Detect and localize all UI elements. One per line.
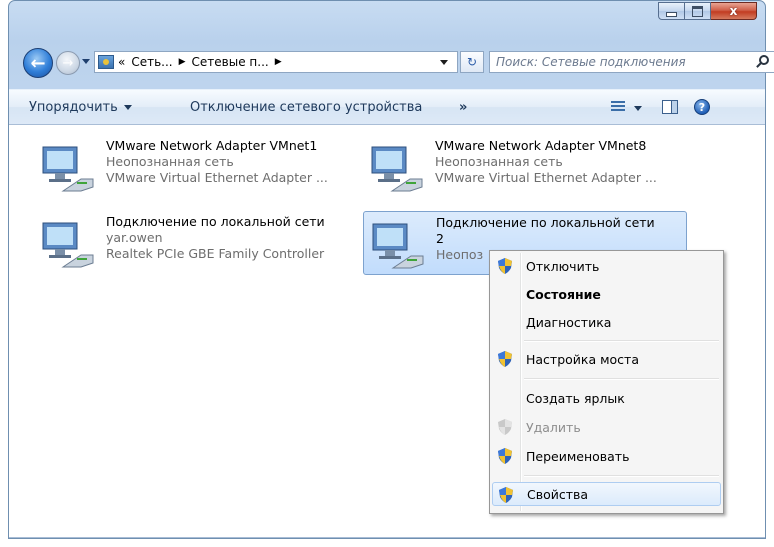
- menu-item-status[interactable]: Состояние: [492, 282, 721, 306]
- connection-device: VMware Virtual Ethernet Adapter ...: [106, 170, 328, 185]
- minimize-button[interactable]: [658, 2, 685, 20]
- organize-button[interactable]: Упорядочить: [29, 100, 132, 115]
- uac-shield-icon: [498, 448, 512, 464]
- refresh-icon: ↻: [466, 55, 478, 69]
- breadcrumb-network[interactable]: Сеть...: [131, 55, 172, 69]
- network-adapter-icon: [42, 146, 94, 192]
- navigation-bar: ← → « Сеть... ▶ Сетевые п... ▶ ↻ Поиск: …: [13, 45, 774, 81]
- back-arrow-icon: ←: [30, 52, 46, 74]
- menu-item-bridge[interactable]: Настройка моста: [492, 347, 721, 371]
- search-icon[interactable]: [759, 55, 769, 65]
- network-adapter-icon: [371, 146, 423, 192]
- recent-pages-dropdown[interactable]: [82, 59, 90, 64]
- breadcrumb-network-connections[interactable]: Сетевые п...: [192, 55, 269, 69]
- help-glyph: ?: [698, 100, 706, 114]
- menu-item-label: Свойства: [527, 486, 589, 502]
- uac-shield-icon: [498, 351, 512, 367]
- connection-item-vmnet8[interactable]: VMware Network Adapter VMnet8 Неопознанн…: [363, 135, 684, 199]
- search-input[interactable]: Поиск: Сетевые подключения: [489, 51, 774, 73]
- network-adapter-icon: [42, 222, 94, 268]
- menu-item-rename[interactable]: Переименовать: [492, 444, 721, 468]
- menu-separator: [524, 378, 719, 380]
- breadcrumb-separator-icon[interactable]: ▶: [275, 57, 282, 67]
- menu-item-label: Переименовать: [526, 448, 630, 464]
- view-options-dropdown[interactable]: [634, 106, 642, 111]
- caption-buttons: x: [658, 2, 757, 22]
- refresh-button[interactable]: ↻: [460, 51, 484, 73]
- menu-separator: [524, 475, 719, 477]
- connection-status: yar.owen: [106, 230, 163, 245]
- close-icon: x: [729, 4, 738, 18]
- connection-text: VMware Network Adapter VMnet1 Неопознанн…: [106, 138, 328, 186]
- preview-pane-icon[interactable]: [662, 100, 678, 114]
- maximize-icon: [692, 5, 703, 17]
- close-button[interactable]: x: [711, 2, 757, 20]
- breadcrumb-separator-icon[interactable]: ▶: [179, 57, 186, 67]
- connection-name-line2: 2: [436, 231, 444, 246]
- menu-item-label: Настройка моста: [526, 351, 639, 367]
- connection-text: VMware Network Adapter VMnet8 Неопознанн…: [435, 138, 657, 186]
- context-menu: Отключить Состояние Диагностика Настройк…: [489, 250, 724, 514]
- connection-device: VMware Virtual Ethernet Adapter ...: [435, 170, 657, 185]
- connection-name: Подключение по локальной сети: [436, 215, 655, 230]
- menu-item-shortcut[interactable]: Создать ярлык: [492, 386, 721, 410]
- more-commands-icon: »: [459, 100, 468, 115]
- maximize-button[interactable]: [685, 2, 711, 20]
- menu-item-label: Диагностика: [526, 314, 612, 330]
- connection-status: Неопознанная сеть: [435, 154, 563, 169]
- connection-name: VMware Network Adapter VMnet1: [106, 138, 318, 153]
- menu-separator: [524, 340, 719, 342]
- help-icon[interactable]: ?: [694, 99, 710, 115]
- organize-label: Упорядочить: [29, 100, 118, 115]
- uac-shield-icon: [499, 487, 513, 503]
- search-placeholder: Поиск: Сетевые подключения: [496, 55, 686, 69]
- uac-shield-icon: [498, 419, 512, 435]
- uac-shield-icon: [498, 258, 512, 274]
- connection-device: Realtek PCIe GBE Family Controller: [106, 246, 325, 261]
- connection-name: VMware Network Adapter VMnet8: [435, 138, 647, 153]
- menu-item-label: Состояние: [526, 286, 601, 302]
- menu-item-disable[interactable]: Отключить: [492, 254, 721, 278]
- connection-item-local[interactable]: Подключение по локальной сети yar.owen R…: [34, 211, 355, 275]
- connection-item-vmnet1[interactable]: VMware Network Adapter VMnet1 Неопознанн…: [34, 135, 355, 199]
- menu-item-label: Отключить: [526, 258, 600, 274]
- connection-text: Подключение по локальной сети yar.owen R…: [106, 214, 325, 262]
- chevron-down-icon: [123, 105, 132, 110]
- change-view-icon[interactable]: [611, 101, 625, 114]
- menu-item-diagnose[interactable]: Диагностика: [492, 310, 721, 334]
- connection-name: Подключение по локальной сети: [106, 214, 325, 229]
- menu-item-label: Создать ярлык: [526, 390, 625, 406]
- back-button[interactable]: ←: [23, 48, 53, 78]
- disable-device-button[interactable]: Отключение сетевого устройства: [190, 100, 422, 115]
- address-bar[interactable]: « Сеть... ▶ Сетевые п... ▶: [94, 51, 458, 73]
- disable-device-label: Отключение сетевого устройства: [190, 100, 423, 115]
- forward-button[interactable]: →: [56, 51, 80, 75]
- address-overflow[interactable]: «: [118, 55, 125, 69]
- address-dropdown-icon[interactable]: [440, 60, 448, 65]
- command-bar: Упорядочить Отключение сетевого устройст…: [9, 89, 765, 125]
- forward-arrow-icon: →: [62, 55, 74, 71]
- network-adapter-icon: [372, 223, 424, 269]
- more-commands-button[interactable]: »: [459, 100, 467, 115]
- connection-status: Неопознанная сеть: [106, 154, 234, 169]
- menu-item-label: Удалить: [526, 419, 581, 435]
- menu-item-delete[interactable]: Удалить: [492, 415, 721, 439]
- network-folder-icon: [98, 55, 114, 69]
- minimize-icon: [666, 12, 677, 17]
- menu-item-properties[interactable]: Свойства: [492, 482, 721, 506]
